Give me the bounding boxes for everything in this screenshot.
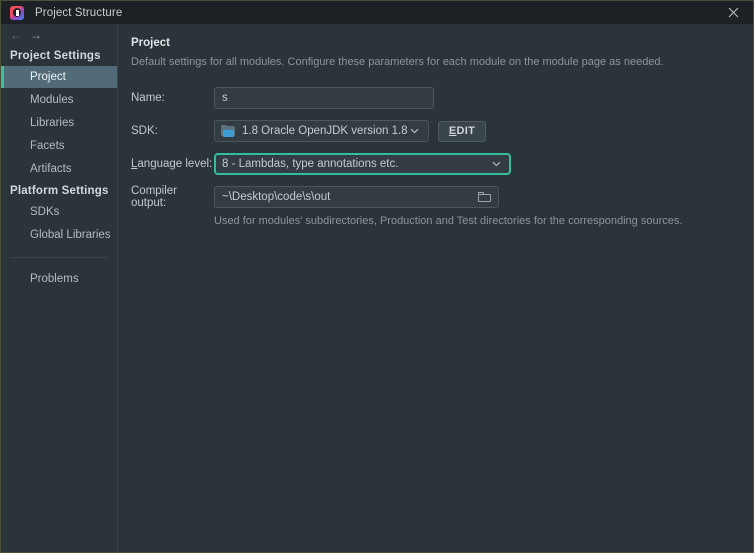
window-title: Project Structure: [35, 6, 123, 19]
compiler-output-value: ~\Desktop\code\s\out: [222, 191, 331, 203]
arrow-right-icon[interactable]: →: [30, 29, 42, 41]
sidebar-navigation: ← →: [1, 24, 117, 46]
page-description: Default settings for all modules. Config…: [131, 56, 664, 68]
name-row: Name: s: [131, 87, 753, 109]
title-bar: Project Structure: [1, 1, 753, 24]
sidebar-item-label: Facets: [30, 140, 65, 152]
sidebar-item-libraries[interactable]: Libraries: [1, 112, 117, 134]
compiler-output-hint: Used for modules' subdirectories, Produc…: [214, 215, 683, 227]
language-level-dropdown[interactable]: 8 - Lambdas, type annotations etc.: [214, 153, 511, 175]
intellij-idea-logo: [10, 5, 24, 20]
sidebar-item-sdks[interactable]: SDKs: [1, 201, 117, 223]
sidebar-item-problems[interactable]: Problems: [1, 268, 117, 290]
page-title: Project: [131, 37, 170, 49]
chevron-down-icon[interactable]: [408, 128, 421, 134]
sidebar-item-facets[interactable]: Facets: [1, 135, 117, 157]
language-level-label: Language level:: [131, 158, 213, 170]
sidebar-item-label: Modules: [30, 94, 74, 106]
sidebar-item-artifacts[interactable]: Artifacts: [1, 158, 117, 180]
project-settings-form: Name: s SDK: 1.8 Oracle OpenJDK version …: [118, 87, 753, 227]
sidebar-item-label: Problems: [30, 273, 79, 285]
edit-sdk-button[interactable]: E DIT: [438, 120, 486, 142]
sdk-dropdown-value: 1.8 Oracle OpenJDK version 1.8.0_321: [242, 125, 408, 137]
sidebar-item-label: Project: [30, 71, 66, 83]
sidebar-item-project[interactable]: Project: [1, 66, 117, 88]
sidebar-item-label: Global Libraries: [30, 229, 111, 241]
dialog-body: ← → Project Settings Project Modules Lib…: [1, 24, 753, 552]
sdk-label: SDK:: [131, 125, 158, 137]
sidebar-item-label: Libraries: [30, 117, 75, 129]
name-label: Name:: [131, 92, 165, 104]
sdk-row: SDK: 1.8 Oracle OpenJDK version 1.8.0_32…: [131, 120, 753, 142]
sidebar-divider: [10, 257, 108, 258]
sidebar-group-title-platform-settings: Platform Settings: [10, 185, 109, 197]
sidebar-item-global-libraries[interactable]: Global Libraries: [1, 224, 117, 246]
close-icon[interactable]: [713, 1, 753, 24]
project-structure-dialog: Project Structure ← → Project Settings P…: [0, 0, 754, 553]
sidebar-item-modules[interactable]: Modules: [1, 89, 117, 111]
name-input[interactable]: s: [214, 87, 434, 109]
arrow-left-icon[interactable]: ←: [10, 29, 22, 41]
edit-button-label: DIT: [456, 125, 476, 137]
language-level-value: 8 - Lambdas, type annotations etc.: [222, 158, 399, 170]
language-level-row: Language level: 8 - Lambdas, type annota…: [131, 153, 753, 175]
folder-icon[interactable]: [472, 187, 496, 207]
sidebar-item-label: Artifacts: [30, 163, 72, 175]
compiler-output-input[interactable]: ~\Desktop\code\s\out: [214, 186, 499, 208]
name-input-value: s: [222, 92, 228, 104]
edit-button-mnemonic: E: [448, 125, 457, 137]
compiler-output-row: Compiler output: ~\Desktop\code\s\out: [131, 185, 753, 209]
sdk-dropdown[interactable]: 1.8 Oracle OpenJDK version 1.8.0_321: [214, 120, 429, 142]
compiler-output-label: Compiler output:: [131, 185, 178, 209]
jdk-folder-icon: [221, 124, 236, 138]
chevron-down-icon[interactable]: [490, 161, 503, 167]
settings-content-panel: Project Default settings for all modules…: [118, 24, 753, 552]
sidebar-item-label: SDKs: [30, 206, 60, 218]
sidebar-group-title-project-settings: Project Settings: [10, 50, 101, 62]
settings-sidebar: ← → Project Settings Project Modules Lib…: [1, 24, 118, 552]
